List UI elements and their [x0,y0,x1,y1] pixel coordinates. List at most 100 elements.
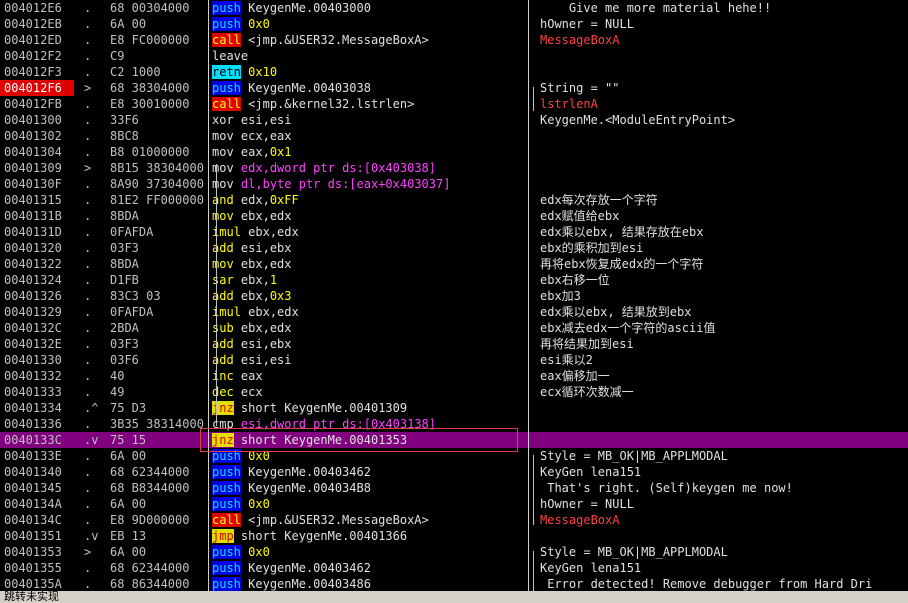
jump-marker: . [84,113,92,127]
address-cell: 00401353 [4,545,62,559]
instruction-cell: mov dl,byte ptr ds:[eax+0x403037] [212,176,526,192]
instruction-cell: push KeygenMe.00403462 [212,464,526,480]
operands: ecx [240,385,263,399]
jump-marker: . [84,481,92,495]
disasm-row[interactable]: 004012F2. C9 leave [0,48,908,64]
disasm-row[interactable]: 00401324. D1FB sar ebx,1 ebx右移一位 [0,272,908,288]
operands: dl,byte ptr ds:[eax+0x403037] [240,177,451,191]
hex-bytes-cell: 8BDA [110,257,139,271]
disasm-row[interactable]: 00401355. 68 62344000 push KeygenMe.004034… [0,560,908,576]
hex-bytes-cell: B8 01000000 [110,145,190,159]
comment-cell: eax偏移加一 [540,369,610,383]
mnemonic: push [212,465,241,479]
hex-bytes-cell: 0FAFDA [110,225,154,239]
mnemonic: call [212,97,241,111]
operands: <jmp.&USER32.MessageBoxA> [248,513,429,527]
disasm-row[interactable]: 0040132C. 2BDA sub ebx,edx ebx减去edx一个字符的asc… [0,320,908,336]
disasm-row[interactable]: 00401351 .v EB 13 jmp short KeygenMe.004013… [0,528,908,544]
disasm-row[interactable]: 004012EB. 6A 00 push 0x0 hOwner = NULL [0,16,908,32]
jump-marker: . [84,257,92,271]
jump-marker: . [84,225,92,239]
instruction-cell: leave [212,48,526,64]
operands: short KeygenMe.00401309 [240,401,408,415]
instruction-cell: inc eax [212,368,526,384]
disasm-row[interactable]: 0040135A. 68 86344000 push KeygenMe.004034… [0,576,908,591]
instruction-cell: mov ecx,eax [212,128,526,144]
address-cell: 004012EB [4,17,62,31]
instruction-cell: add esi,ebx [212,240,526,256]
disasm-row[interactable]: 004012E6. 68 00304000 push KeygenMe.004030… [0,0,908,16]
jump-marker: . [84,177,92,191]
jump-marker: . [84,209,92,223]
address-cell: 0040133C [4,433,62,447]
disasm-row[interactable]: 00401322. 8BDA mov ebx,edx 再将ebx恢复成edx的一个字符 [0,256,908,272]
disasm-row[interactable]: 00401353 >6A 00 push 0x0 Style = MB_OK|MB_A… [0,544,908,560]
mnemonic: push [212,545,241,559]
disasm-row[interactable]: 00401315. 81E2 FF000000 and edx,0xFF edx每次存… [0,192,908,208]
jump-marker: . [84,305,92,319]
jump-marker: > [84,161,92,175]
hex-bytes-cell: 75 15 [110,433,147,447]
disasm-row[interactable]: 00401302. 8BC8 mov ecx,eax [0,128,908,144]
address-cell: 00401334 [4,401,62,415]
disasm-row[interactable]: 004012F3. C2 1000 retn 0x10 [0,64,908,80]
hex-bytes-cell: 68 38304000 [110,81,190,95]
hex-bytes-cell: 8A90 37304000 [110,177,204,191]
disasm-row[interactable]: 00401304. B8 01000000 mov eax,0x1 [0,144,908,160]
disasm-row[interactable]: 00401300. 33F6 xor esi,esi KeygenMe.<Module… [0,112,908,128]
mnemonic: call [212,33,241,47]
disasm-row[interactable]: 004012F6 >68 38304000 push KeygenMe.004030… [0,80,908,96]
hex-bytes-cell: C9 [110,49,125,63]
mnemonic: push [212,497,241,511]
disasm-row[interactable]: 0040132E. 03F3 add esi,ebx 再将结果加到esi [0,336,908,352]
hex-bytes-cell: 83C3 03 [110,289,161,303]
disasm-row[interactable]: 00401326. 83C3 03 add ebx,0x3 ebx加3 [0,288,908,304]
operands: ecx,eax [240,129,292,143]
disassembly-pane[interactable]: 004012E6. 68 00304000 push KeygenMe.004030… [0,0,908,591]
instruction-cell: call <jmp.&USER32.MessageBoxA> [212,32,526,48]
jump-marker: . [84,241,92,255]
jump-marker: . [84,497,92,511]
hex-bytes-cell: 6A 00 [110,17,147,31]
disasm-row[interactable]: 0040134C. E8 9D000000 call <jmp.&USER32.Me… [0,512,908,528]
comment-cell [540,176,908,192]
disasm-row[interactable]: 00401330. 03F6 add esi,esi esi乘以2 [0,352,908,368]
comment-cell: Style = MB_OK|MB_APPLMODAL [540,449,728,463]
disasm-row[interactable]: 0040134A. 6A 00 push 0x0 hOwner = NULL [0,496,908,512]
operands: edx,0xFF [240,193,299,207]
status-text: 跳转未实现 [4,590,59,603]
comment-cell: 再将结果加到esi [540,337,634,351]
comment-cell [540,64,908,80]
disasm-row[interactable]: 00401320. 03F3 add esi,ebx ebx的乘积加到esi [0,240,908,256]
disasm-row[interactable]: 00401332. 40 inc eax eax偏移加一 [0,368,908,384]
comment-cell [540,400,908,416]
comment-cell: ecx循环次数减一 [540,385,634,399]
disasm-row[interactable]: 00401333. 49 dec ecx ecx循环次数减一 [0,384,908,400]
operands: ebx,edx [248,225,299,239]
jump-marker: . [84,513,92,527]
disasm-row[interactable]: 004012ED. E8 FC000000 call <jmp.&USER32.Me… [0,32,908,48]
disasm-row[interactable]: 00401345. 68 B8344000 push KeygenMe.004034… [0,480,908,496]
address-cell: 0040132C [4,321,62,335]
jump-marker: . [84,193,92,207]
instruction-cell: mov ebx,edx [212,256,526,272]
comment-cell: String = "" [540,81,620,95]
comment-cell: edx乘以ebx, 结果放到ebx [540,305,692,319]
hex-bytes-cell: 6A 00 [110,449,147,463]
disasm-row[interactable]: 00401340. 68 62344000 push KeygenMe.004034… [0,464,908,480]
address-cell: 00401355 [4,561,62,575]
disasm-row[interactable]: 004012FB. E8 30010000 call <jmp.&kernel32.… [0,96,908,112]
address-cell: 0040130F [4,177,62,191]
disasm-row[interactable]: 00401329. 0FAFDA imul ebx,edx edx乘以ebx, 结果放… [0,304,908,320]
disasm-row[interactable]: 00401309 >8B15 38304000 mov edx,dword ptr … [0,160,908,176]
disasm-row[interactable]: 0040131B. 8BDA mov ebx,edx edx赋值给ebx [0,208,908,224]
disasm-row[interactable]: 0040130F. 8A90 37304000 mov dl,byte ptr ds… [0,176,908,192]
operands: KeygenMe.00403462 [248,561,371,575]
address-cell: 00401302 [4,129,62,143]
jump-marker: . [84,337,92,351]
hex-bytes-cell: 3B35 38314000 [110,417,204,431]
operands: ebx,edx [240,321,292,335]
disasm-row[interactable]: 00401334 .^ 75 D3 jnz short KeygenMe.004013… [0,400,908,416]
jump-marker: . [84,1,92,15]
disasm-row[interactable]: 0040131D. 0FAFDA imul ebx,edx edx乘以ebx, 结果存… [0,224,908,240]
